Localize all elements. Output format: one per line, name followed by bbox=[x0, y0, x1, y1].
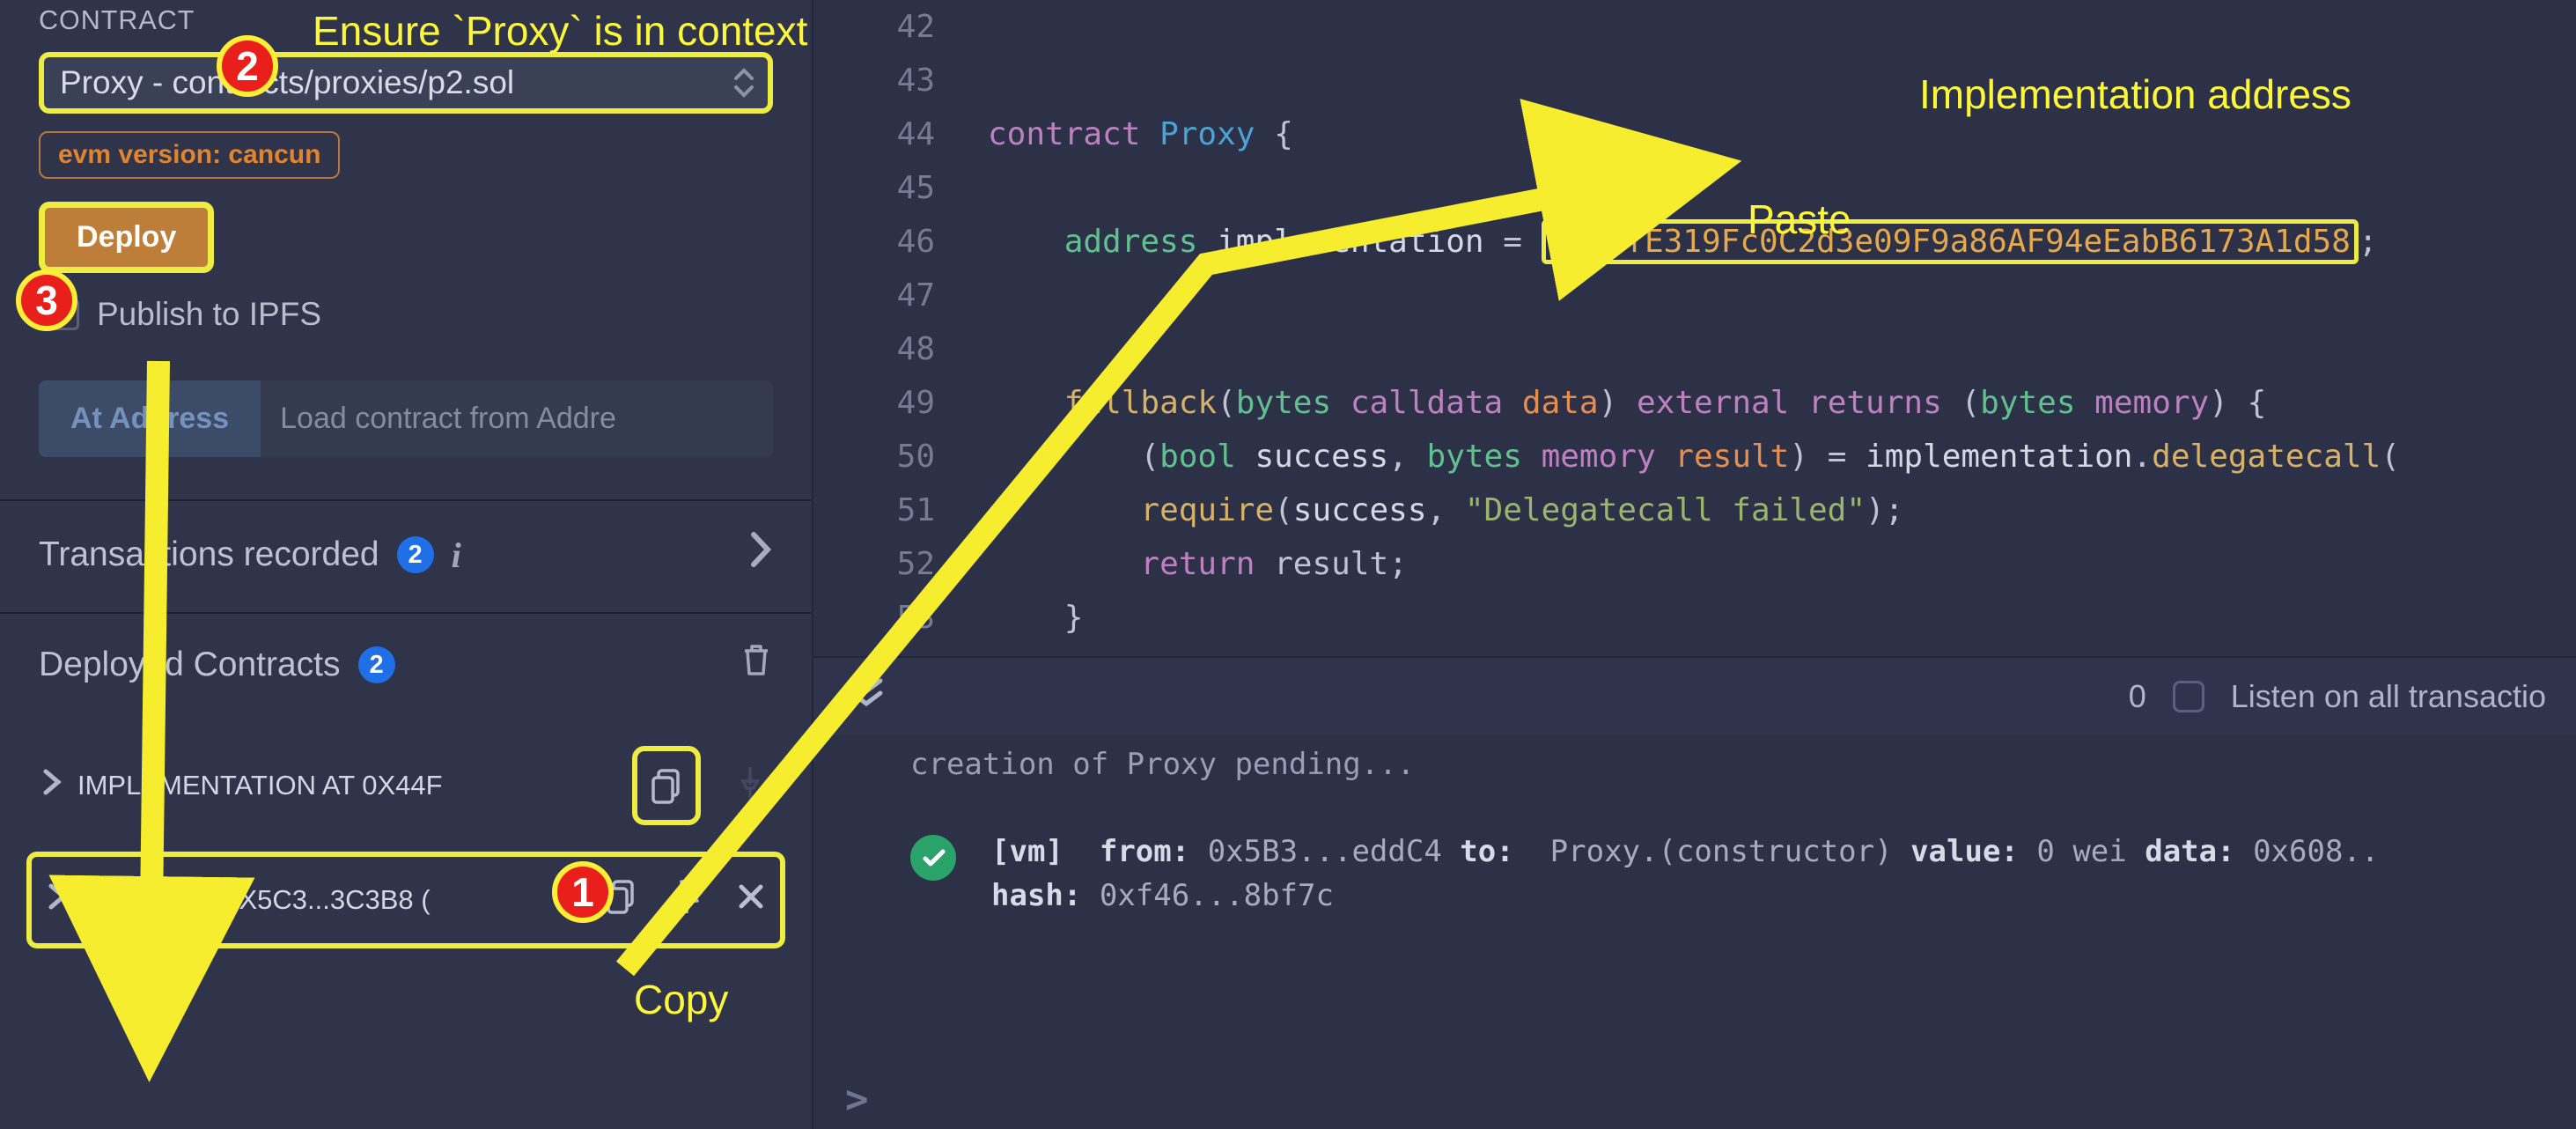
console-prompt[interactable]: > bbox=[845, 1077, 869, 1122]
evm-version-badge: evm version: cancun bbox=[39, 131, 340, 179]
expand-down-icon[interactable] bbox=[847, 675, 886, 717]
copy-address-button[interactable] bbox=[606, 879, 637, 921]
console-log-text: [vm] from: 0x5B3...eddC4 to: Proxy.(cons… bbox=[991, 830, 2379, 918]
chevron-right-icon[interactable] bbox=[46, 881, 69, 919]
publish-ipfs-checkbox[interactable] bbox=[48, 299, 79, 330]
publish-ipfs-row[interactable]: Publish to IPFS bbox=[39, 296, 773, 333]
contract-select-value: Proxy - contracts/proxies/p2.sol bbox=[60, 64, 514, 101]
console-pending-line: creation of Proxy pending... bbox=[910, 743, 2541, 803]
deployed-contract-row[interactable]: PROXY AT 0X5C3...3C3B8 ( bbox=[26, 852, 785, 948]
implementation-address-literal[interactable]: 0x44fE319Fc0C2d3e09F9a86AF94eEabB6173A1d… bbox=[1542, 219, 2359, 264]
transactions-count-badge: 2 bbox=[397, 536, 434, 573]
code-body[interactable]: contract Proxy { address implementation … bbox=[967, 0, 2576, 656]
deployed-contract-row[interactable]: IMPLEMENTATION AT 0X44F bbox=[39, 719, 773, 852]
deploy-sidebar: CONTRACT Proxy - contracts/proxies/p2.so… bbox=[0, 0, 813, 1129]
chevron-right-icon[interactable] bbox=[747, 529, 773, 580]
success-check-icon bbox=[910, 835, 956, 881]
editor-panel: 4243444546474849505152535455 contract Pr… bbox=[813, 0, 2576, 1129]
transactions-recorded-row[interactable]: Transactions recorded 2 i bbox=[39, 529, 773, 580]
pin-icon[interactable] bbox=[734, 764, 766, 808]
publish-ipfs-label: Publish to IPFS bbox=[97, 296, 321, 333]
deploy-button[interactable]: Deploy bbox=[39, 202, 214, 273]
transactions-label: Transactions recorded bbox=[39, 535, 379, 574]
select-chevrons-icon bbox=[732, 66, 755, 100]
deployed-contract-name: IMPLEMENTATION AT 0X44F bbox=[77, 770, 443, 801]
code-editor[interactable]: 4243444546474849505152535455 contract Pr… bbox=[813, 0, 2576, 656]
at-address-input[interactable]: Load contract from Addre bbox=[261, 380, 773, 457]
deployed-contracts-header: Deployed Contracts 2 bbox=[39, 642, 773, 688]
at-address-button[interactable]: At Address bbox=[39, 380, 261, 457]
listen-checkbox[interactable] bbox=[2173, 681, 2204, 712]
terminal-toolbar: 0 Listen on all transactio bbox=[813, 656, 2576, 734]
at-address-row: At Address Load contract from Addre bbox=[39, 380, 773, 457]
pending-count: 0 bbox=[2129, 678, 2146, 715]
trash-icon[interactable] bbox=[740, 642, 773, 688]
contract-select-dropdown[interactable]: Proxy - contracts/proxies/p2.sol bbox=[39, 52, 773, 114]
deployed-contracts-label: Deployed Contracts bbox=[39, 646, 341, 684]
deployed-contracts-count-badge: 2 bbox=[358, 646, 395, 683]
close-icon[interactable] bbox=[736, 882, 766, 919]
copy-address-button[interactable] bbox=[632, 746, 701, 825]
deployed-contract-name: PROXY AT 0X5C3...3C3B8 ( bbox=[83, 884, 431, 916]
pin-icon[interactable] bbox=[671, 878, 703, 922]
line-gutter: 4243444546474849505152535455 bbox=[813, 0, 967, 656]
console-output[interactable]: creation of Proxy pending... [vm] from: … bbox=[813, 734, 2576, 1129]
info-icon[interactable]: i bbox=[452, 535, 461, 576]
chevron-right-icon[interactable] bbox=[40, 766, 63, 805]
contract-heading: CONTRACT bbox=[39, 5, 773, 36]
console-log-row[interactable]: [vm] from: 0x5B3...eddC4 to: Proxy.(cons… bbox=[910, 803, 2541, 944]
listen-label: Listen on all transactio bbox=[2231, 678, 2546, 715]
